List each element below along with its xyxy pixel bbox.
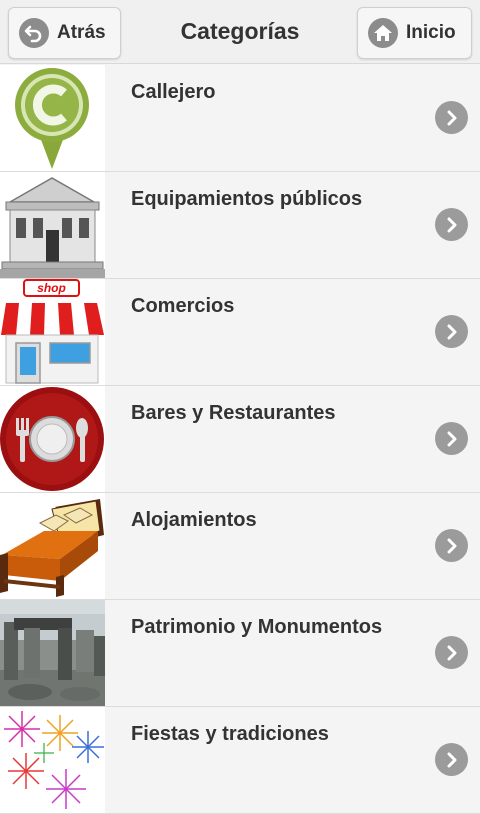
stonehenge-photo <box>0 600 105 706</box>
shop-icon: shop <box>0 279 105 385</box>
category-item-bares[interactable]: Bares y Restaurantes <box>0 386 480 493</box>
category-label: Alojamientos <box>131 509 257 531</box>
map-pin-c-icon <box>0 65 105 171</box>
category-item-callejero[interactable]: Callejero <box>0 65 480 172</box>
home-button[interactable]: Inicio <box>357 7 472 59</box>
home-icon <box>368 18 398 48</box>
chevron-right-icon[interactable] <box>435 101 468 134</box>
category-item-equipamientos[interactable]: Equipamientos públicos <box>0 172 480 279</box>
category-label: Bares y Restaurantes <box>131 402 336 424</box>
category-list: Callejero Equipamientos públicos shop Co… <box>0 65 480 814</box>
shop-sign-text: shop <box>37 281 66 295</box>
category-item-patrimonio[interactable]: Patrimonio y Monumentos <box>0 600 480 707</box>
public-building-icon <box>0 172 105 278</box>
category-item-fiestas[interactable]: Fiestas y tradiciones <box>0 707 480 814</box>
chevron-right-icon[interactable] <box>435 743 468 776</box>
chevron-right-icon[interactable] <box>435 529 468 562</box>
chevron-right-icon[interactable] <box>435 422 468 455</box>
category-label: Comercios <box>131 295 235 317</box>
bed-icon <box>0 493 105 599</box>
chevron-right-icon[interactable] <box>435 208 468 241</box>
category-label: Fiestas y tradiciones <box>131 723 329 745</box>
plate-cutlery-icon <box>0 386 105 492</box>
chevron-right-icon[interactable] <box>435 315 468 348</box>
category-item-comercios[interactable]: shop Comercios <box>0 279 480 386</box>
category-label: Patrimonio y Monumentos <box>131 616 383 638</box>
home-button-label: Inicio <box>406 22 456 43</box>
category-label: Callejero <box>131 81 216 103</box>
category-item-alojamientos[interactable]: Alojamientos <box>0 493 480 600</box>
chevron-right-icon[interactable] <box>435 636 468 669</box>
top-bar: Atrás Categorías Inicio <box>0 0 480 64</box>
category-label: Equipamientos públicos <box>131 188 363 210</box>
fireworks-icon <box>0 707 105 813</box>
